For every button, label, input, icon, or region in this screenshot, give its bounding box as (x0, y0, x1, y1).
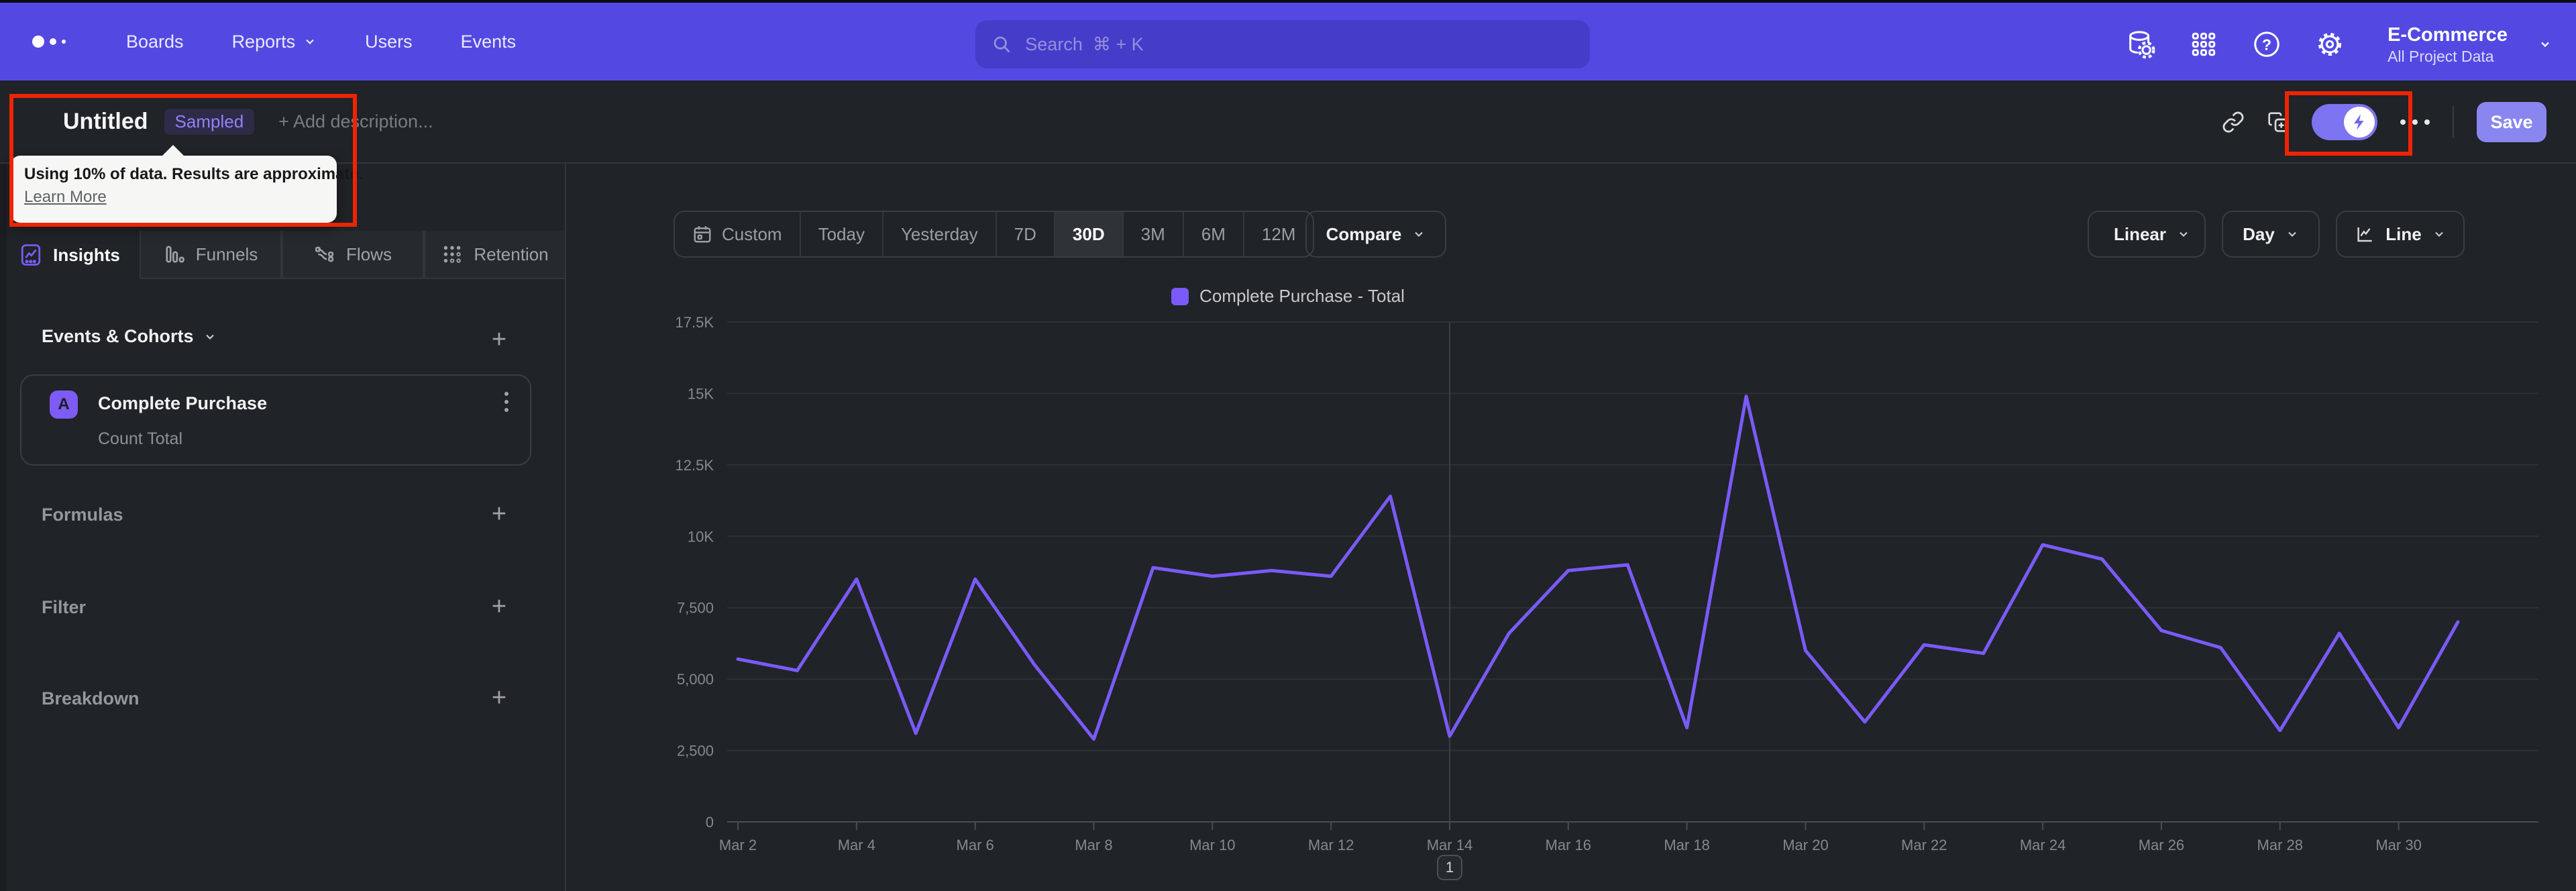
x-axis-tick-label: Mar 6 (957, 837, 994, 853)
x-axis-tick-label: Mar 18 (1664, 837, 1709, 853)
y-axis-tick-label: 10K (688, 528, 714, 545)
y-axis-tick-label: 7,500 (677, 600, 714, 617)
x-axis-tick-label: Mar 30 (2375, 837, 2421, 853)
x-axis-tick-label: Mar 8 (1075, 837, 1112, 853)
x-axis-tick-label: Mar 24 (2020, 837, 2065, 853)
y-axis-tick-label: 15K (688, 385, 714, 402)
y-axis-tick-label: 0 (706, 814, 714, 831)
y-axis-tick-label: 5,000 (677, 671, 714, 688)
x-axis-tick-label: Mar 2 (719, 837, 757, 853)
x-axis-tick-label: Mar 26 (2139, 837, 2184, 853)
x-axis-tick-label: Mar 20 (1782, 837, 1828, 853)
mixpanel-insights-page: Boards Reports Users Events Search ⌘ + K… (0, 0, 2576, 891)
x-axis-tick-label: Mar 28 (2257, 837, 2303, 853)
y-axis-tick-label: 12.5K (676, 457, 714, 474)
sampling-tooltip: Using 10% of data. Results are approxima… (11, 145, 364, 223)
x-axis-tick-label: Mar 22 (1901, 837, 1947, 853)
learn-more-link[interactable]: Learn More (24, 188, 323, 207)
y-axis-tick-label: 17.5K (676, 314, 714, 331)
x-axis-tick-label: Mar 10 (1189, 837, 1235, 853)
x-axis-tick-label: Mar 12 (1308, 837, 1354, 853)
x-axis-tick-label: Mar 14 (1427, 837, 1472, 853)
annotation-marker-badge[interactable]: 1 (1437, 855, 1462, 880)
x-axis-tick-label: Mar 16 (1546, 837, 1591, 853)
x-axis-tick-label: Mar 4 (838, 837, 875, 853)
series-line-complete-purchase[interactable] (736, 395, 2460, 741)
insights-line-chart[interactable]: 17.5K 15K 12.5K 10K 7,500 5,000 2,500 0 Mar 2 Mar… (0, 0, 2576, 891)
y-axis-tick-label: 2,500 (677, 743, 714, 759)
tooltip-message: Using 10% of data. Results are approxima… (24, 165, 364, 183)
